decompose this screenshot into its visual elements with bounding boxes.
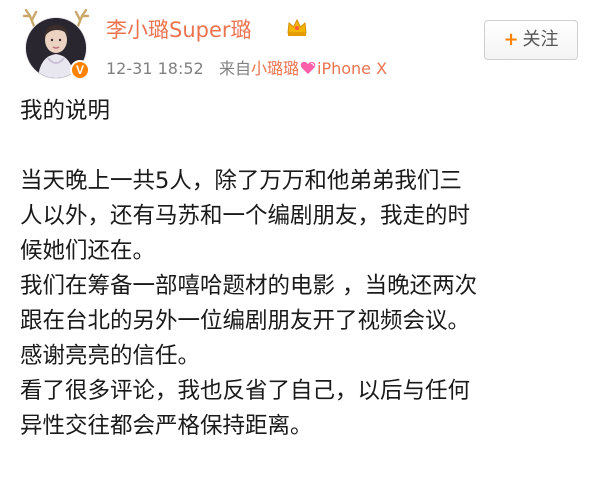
post-header: V 李小璐Super璐 12-31 18:52 来自小璐璐 iPhone X +… — [0, 0, 600, 84]
plus-icon: + — [503, 29, 519, 50]
post-line: 异性交往都会严格保持距离。 — [20, 413, 313, 439]
post-line: 跟在台北的另外一位编剧朋友开了视频会议。 — [20, 308, 471, 334]
post-line: 感谢亮亮的信任。 — [20, 343, 201, 369]
post-line: 人以外，还有马苏和一个编剧朋友，我走的时 — [20, 203, 471, 229]
follow-button-label: 关注 — [522, 29, 559, 50]
post-line: 候她们还在。 — [20, 238, 156, 264]
author-name[interactable]: 李小璐Super璐 — [106, 14, 252, 44]
post-meta: 12-31 18:52 来自小璐璐 iPhone X — [106, 55, 387, 79]
source-prefix: 来自 — [218, 59, 251, 78]
post-timestamp[interactable]: 12-31 18:52 — [106, 59, 204, 78]
post-line: 当天晚上一共5人，除了万万和他弟弟我们三 — [20, 168, 462, 194]
post-line: 看了很多评论，我也反省了自己，以后与任何 — [20, 378, 471, 404]
source-device[interactable]: iPhone X — [317, 59, 387, 78]
follow-button[interactable]: + 关注 — [484, 20, 578, 60]
source-name[interactable]: 小璐璐 — [251, 59, 299, 78]
author-avatar-container[interactable]: V — [20, 6, 92, 84]
heart-icon — [300, 61, 316, 74]
post-content: 我的说明 当天晚上一共5人，除了万万和他弟弟我们三 人以外，还有马苏和一个编剧朋… — [20, 94, 595, 444]
post-title: 我的说明 — [20, 98, 111, 124]
crown-icon[interactable] — [286, 17, 308, 37]
verified-badge-icon: V — [70, 60, 90, 80]
post-line: 我们在筹备一部嘻哈题材的电影 ，当晚还两次 — [20, 273, 478, 299]
